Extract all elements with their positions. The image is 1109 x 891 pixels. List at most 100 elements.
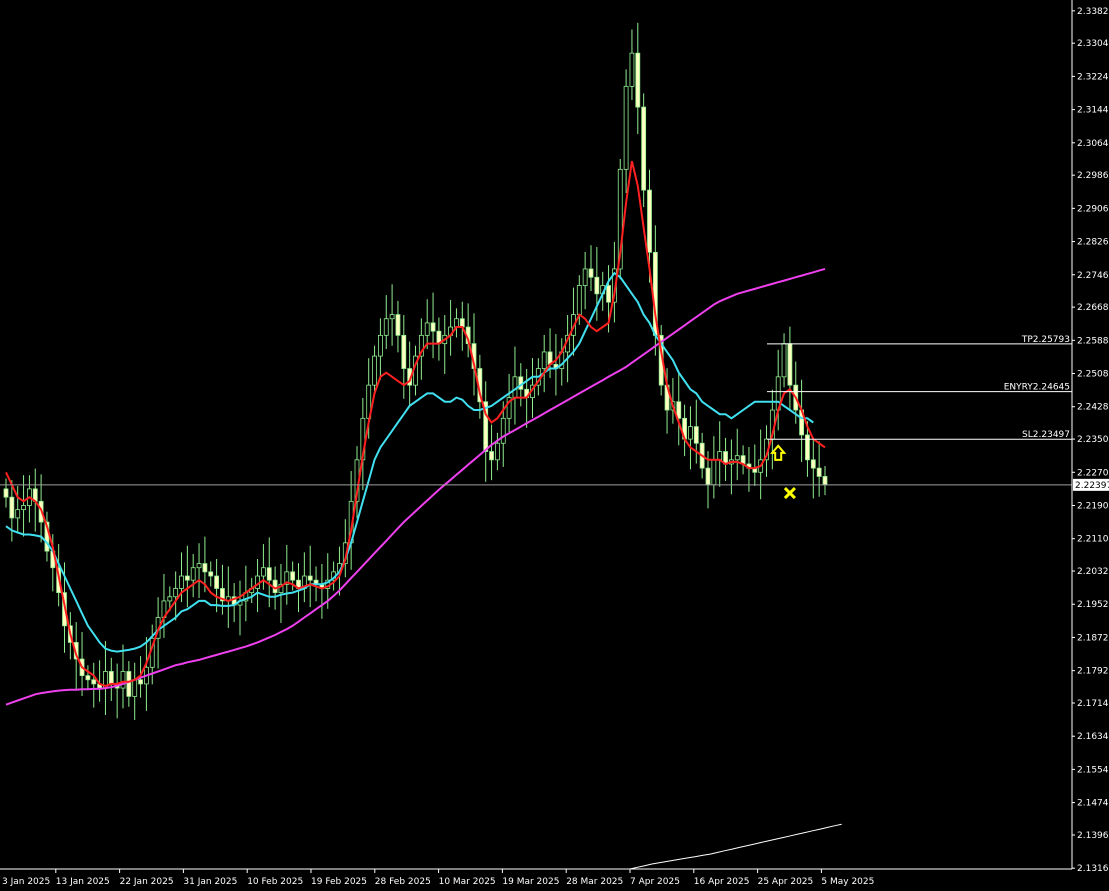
candle-body	[489, 451, 494, 461]
time-tick-label: 25 Apr 2025	[758, 877, 814, 887]
candle-body	[395, 314, 401, 336]
time-tick-label: 13 Jan 2025	[56, 877, 110, 887]
candle-body	[21, 505, 26, 511]
candle-body	[606, 285, 611, 303]
level-label: TP2.25793	[1021, 335, 1070, 345]
price-tick-label: 2.23500	[1077, 435, 1109, 445]
candle-body	[9, 496, 15, 519]
price-tick-label: 2.28260	[1077, 238, 1109, 248]
candle-body	[787, 343, 793, 386]
price-tick-label: 2.15540	[1077, 765, 1109, 775]
price-tick-label: 2.14740	[1077, 799, 1109, 809]
candle-body	[424, 322, 430, 336]
candle-body	[167, 596, 173, 602]
price-tick-label: 2.16340	[1077, 732, 1109, 742]
levels-group: TP2.25793 ENYRY2.24645 SL2.23497 2.22397	[0, 335, 1109, 491]
price-chart[interactable]: TP2.25793 ENYRY2.24645 SL2.23497 2.22397 2.…	[0, 0, 1109, 891]
candle-body	[120, 671, 126, 689]
candle-body	[377, 334, 383, 357]
time-axis: 3 Jan 2025 13 Jan 2025 22 Jan 2025 31 Jan 2…	[0, 868, 1072, 887]
candle-body	[582, 268, 588, 286]
candle-body	[196, 563, 202, 569]
price-tick-label: 2.20320	[1077, 567, 1109, 577]
candle-body	[290, 571, 296, 581]
price-tick-label: 2.21900	[1077, 501, 1109, 511]
price-tick-label: 2.18720	[1077, 633, 1109, 643]
candle-body	[641, 106, 647, 191]
time-tick-label: 19 Feb 2025	[311, 877, 367, 887]
candle-body	[810, 459, 816, 469]
candle-body	[454, 318, 459, 328]
candle-body	[15, 509, 21, 519]
candle-body	[635, 52, 641, 108]
time-tick-label: 7 Apr 2025	[630, 877, 680, 887]
time-tick-label: 5 May 2025	[821, 877, 874, 887]
price-axis: 2.33820 2.33040 2.32240 2.31440 2.30640 2.298…	[1071, 0, 1109, 874]
candle-body	[459, 318, 465, 328]
price-tick-label: 2.17140	[1077, 699, 1109, 709]
candle-body	[623, 85, 629, 170]
ema-fast-line	[5, 160, 826, 688]
candle-body	[705, 467, 711, 486]
arrow-up-icon	[770, 444, 787, 461]
time-tick-label: 22 Jan 2025	[120, 877, 174, 887]
candle-body	[734, 455, 740, 461]
candle-body	[108, 671, 114, 685]
candle-body	[711, 459, 717, 486]
time-tick-label: 10 Mar 2025	[439, 877, 496, 887]
candle-body	[179, 575, 184, 589]
time-tick-label: 19 Mar 2025	[502, 877, 559, 887]
price-tick-label: 2.13960	[1077, 831, 1109, 841]
time-tick-label: 16 Apr 2025	[694, 877, 750, 887]
candle-body	[401, 334, 407, 369]
candle-body	[202, 563, 208, 573]
price-tick-label: 2.33820	[1077, 7, 1109, 17]
candle-body	[541, 351, 547, 369]
ema-mid-line	[5, 271, 814, 653]
time-tick-label: 10 Feb 2025	[247, 877, 303, 887]
candle-body	[588, 268, 594, 278]
candle-body	[717, 451, 723, 461]
price-tick-label: 2.33040	[1077, 39, 1109, 49]
candle-body	[693, 426, 699, 444]
candle-body	[190, 567, 196, 581]
candle-body	[816, 467, 822, 477]
candle-body	[805, 434, 810, 461]
candle-body	[184, 575, 190, 581]
price-tick-label: 2.27460	[1077, 271, 1109, 281]
candle-body	[594, 276, 600, 295]
candles-group	[3, 22, 828, 721]
price-tick-label: 2.19520	[1077, 600, 1109, 610]
candle-body	[132, 679, 138, 697]
candle-body	[138, 679, 143, 685]
ema-slow-line	[5, 267, 826, 706]
candle-body	[383, 318, 389, 336]
candle-body	[389, 314, 395, 320]
candle-body	[494, 442, 500, 461]
price-tick-label: 2.26680	[1077, 303, 1109, 313]
price-tick-label: 2.24280	[1077, 403, 1109, 413]
candle-body	[688, 426, 693, 440]
markers-group	[770, 444, 796, 500]
candle-body	[307, 575, 313, 581]
candle-body	[173, 588, 179, 598]
candle-body	[208, 571, 214, 577]
indicators-group	[5, 160, 842, 870]
candle-body	[430, 322, 436, 332]
price-tick-label: 2.22700	[1077, 468, 1109, 478]
time-tick-label: 28 Feb 2025	[375, 877, 431, 887]
price-tick-label: 2.13160	[1077, 864, 1109, 874]
candle-body	[266, 567, 272, 581]
price-tick-label: 2.31440	[1077, 106, 1109, 116]
candle-body	[214, 575, 220, 589]
price-tick-label: 2.25080	[1077, 370, 1109, 380]
reference-line	[629, 823, 842, 870]
price-tick-label: 2.25880	[1077, 336, 1109, 346]
candle-body	[576, 285, 582, 315]
price-tick-label: 2.29860	[1077, 171, 1109, 181]
price-tick-label: 2.30640	[1077, 139, 1109, 149]
level-label: SL2.23497	[1022, 430, 1070, 440]
candle-body	[372, 355, 377, 386]
time-tick-label: 28 Mar 2025	[566, 877, 623, 887]
time-tick-label: 3 Jan 2025	[2, 877, 50, 887]
